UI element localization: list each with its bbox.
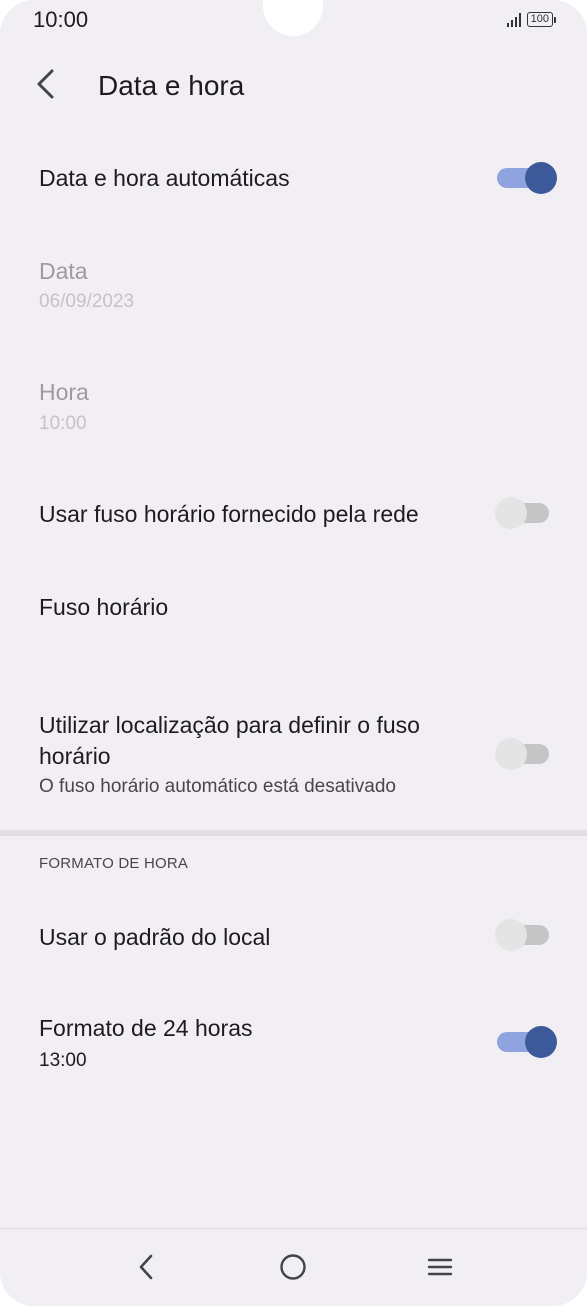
network-timezone-label: Usar fuso horário fornecido pela rede [39, 501, 419, 527]
status-icons: 100 [506, 12, 557, 27]
back-arrow-icon [37, 69, 54, 99]
back-nav-icon [139, 1254, 153, 1280]
menu-nav-icon [427, 1258, 453, 1276]
locale-default-toggle[interactable] [495, 918, 557, 952]
network-timezone-row[interactable]: Usar fuso horário fornecido pela rede [0, 475, 587, 555]
camera-notch [263, 0, 323, 36]
battery-level: 100 [530, 13, 549, 25]
locale-default-row[interactable]: Usar o padrão do local [0, 895, 587, 975]
format-24h-row[interactable]: Formato de 24 horas 13:00 [0, 995, 587, 1085]
date-row[interactable]: Data 06/09/2023 [0, 240, 587, 330]
location-timezone-subtitle: O fuso horário automático está desativad… [39, 776, 396, 797]
network-timezone-toggle[interactable] [495, 496, 557, 530]
toggle-thumb [495, 919, 527, 951]
auto-datetime-label: Data e hora automáticas [39, 165, 290, 191]
page-title: Data e hora [98, 70, 245, 101]
date-label: Data [39, 258, 88, 284]
date-value: 06/09/2023 [39, 291, 135, 312]
nav-back-button[interactable] [124, 1245, 168, 1289]
navigation-bar [0, 1228, 587, 1306]
location-timezone-toggle[interactable] [495, 737, 557, 771]
back-button[interactable] [24, 62, 68, 106]
nav-home-button[interactable] [271, 1245, 315, 1289]
status-time: 10:00 [33, 7, 89, 32]
toggle-thumb [525, 1026, 557, 1058]
location-timezone-label-line1: Utilizar localização para definir o fuso [39, 712, 420, 738]
battery-icon: 100 [526, 12, 557, 27]
time-label: Hora [39, 379, 89, 405]
toggle-thumb [495, 738, 527, 770]
toggle-thumb [525, 162, 557, 194]
location-timezone-row[interactable]: Utilizar localização para definir o fuso… [0, 700, 587, 810]
format-24h-toggle[interactable] [495, 1025, 557, 1059]
time-row[interactable]: Hora 10:00 [0, 360, 587, 450]
phone-screen: 10:00 100 Data e hora Data e hora automá… [0, 0, 587, 1306]
timezone-row[interactable]: Fuso horário [0, 570, 587, 650]
nav-menu-button[interactable] [418, 1245, 462, 1289]
timezone-label: Fuso horário [39, 594, 169, 620]
auto-datetime-toggle[interactable] [495, 161, 557, 195]
format-24h-example: 13:00 [39, 1050, 87, 1071]
time-value: 10:00 [39, 413, 87, 434]
format-24h-label: Formato de 24 horas [39, 1015, 253, 1041]
signal-icon [506, 12, 521, 27]
home-nav-icon [280, 1254, 306, 1280]
auto-datetime-row[interactable]: Data e hora automáticas [0, 140, 587, 220]
location-timezone-label-line2: horário [39, 743, 111, 769]
locale-default-label: Usar o padrão do local [39, 924, 271, 950]
section-divider [0, 830, 587, 836]
toggle-thumb [495, 497, 527, 529]
time-format-section-header: FORMATO DE HORA [39, 855, 189, 872]
